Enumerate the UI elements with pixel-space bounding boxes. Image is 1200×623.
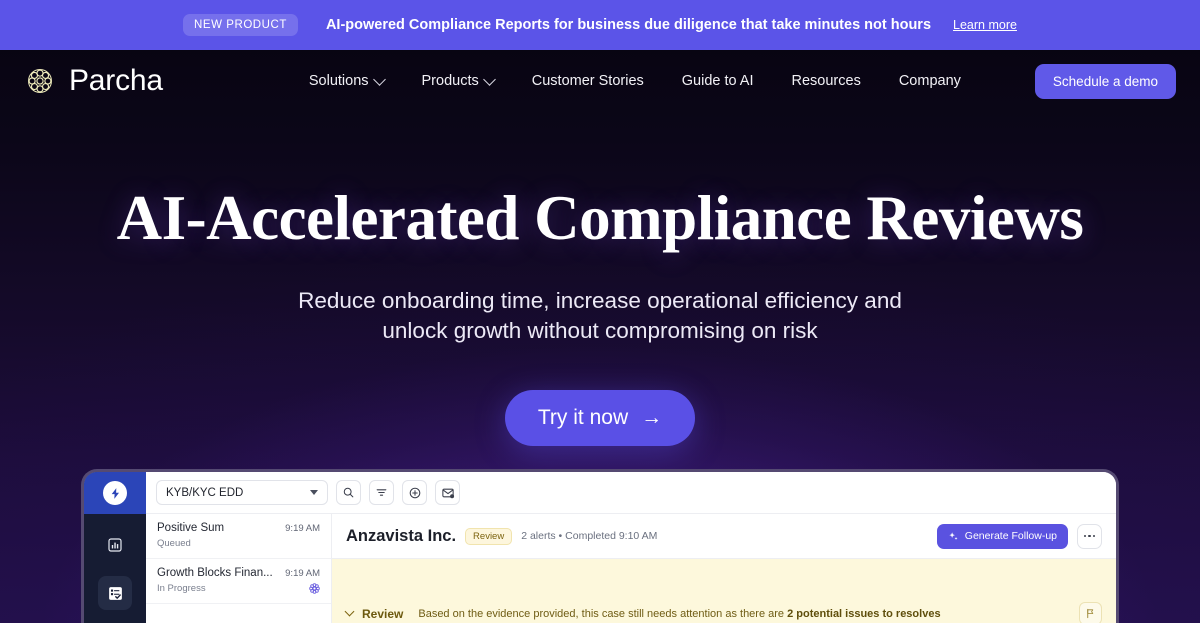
- status-badge: Review: [465, 527, 513, 545]
- product-screenshot: KYB/KYC EDD Positive Sum 9:19 AM Queued …: [81, 469, 1119, 623]
- nav-item-solutions[interactable]: Solutions: [290, 67, 403, 95]
- more-options-button[interactable]: [1077, 523, 1102, 549]
- sidebar-item-analytics[interactable]: [98, 528, 132, 562]
- nav-item-customer-stories[interactable]: Customer Stories: [513, 67, 663, 95]
- app-body: Positive Sum 9:19 AM Queued Growth Block…: [146, 514, 1116, 623]
- sparkle-icon: [949, 531, 958, 540]
- page-title: AI-Accelerated Compliance Reviews: [116, 183, 1084, 253]
- avatar: [309, 583, 320, 594]
- nav-item-products[interactable]: Products: [403, 67, 513, 95]
- review-alert-bar: Review Based on the evidence provided, t…: [332, 559, 1116, 623]
- review-text-highlight: 2 potential issues to resolves: [787, 607, 941, 620]
- hero-subtitle-line-1: Reduce onboarding time, increase operati…: [298, 288, 902, 314]
- workflow-select[interactable]: KYB/KYC EDD: [156, 480, 328, 505]
- case-title: Anzavista Inc.: [346, 526, 457, 545]
- learn-more-link[interactable]: Learn more: [953, 18, 1017, 32]
- nav-item-label: Guide to AI: [681, 73, 754, 89]
- case-row-header: Growth Blocks Finan... 9:19 AM: [157, 567, 320, 579]
- workflow-select-value: KYB/KYC EDD: [166, 486, 244, 499]
- hero-subtitle: Reduce onboarding time, increase operati…: [0, 286, 1200, 346]
- list-item[interactable]: Growth Blocks Finan... 9:19 AM In Progre…: [146, 559, 331, 604]
- nav-item-label: Company: [898, 73, 961, 89]
- status-badge: Queued: [157, 538, 191, 549]
- nav-item-guide-to-ai[interactable]: Guide to AI: [663, 67, 773, 95]
- chevron-down-icon: [310, 490, 318, 495]
- case-detail: Anzavista Inc. Review 2 alerts • Complet…: [332, 514, 1116, 623]
- schedule-demo-button[interactable]: Schedule a demo: [1034, 63, 1176, 99]
- hero-section: AI-Accelerated Compliance Reviews Reduce…: [0, 185, 1200, 446]
- generate-follow-up-label: Generate Follow-up: [964, 530, 1057, 542]
- case-detail-header: Anzavista Inc. Review 2 alerts • Complet…: [332, 514, 1116, 559]
- plus-circle-icon: [409, 487, 420, 498]
- brand-logo[interactable]: Parcha: [24, 65, 163, 97]
- parcha-flower-logo-icon: [28, 69, 52, 93]
- review-text-before: Based on the evidence provided, this cas…: [418, 607, 785, 620]
- sidebar-item-cases[interactable]: [98, 576, 132, 610]
- case-name: Positive Sum: [157, 522, 225, 534]
- review-label: Review: [362, 606, 404, 621]
- nav-item-label: Solutions: [308, 73, 369, 89]
- chevron-down-icon: [482, 72, 496, 86]
- case-time: 9:19 AM: [285, 523, 320, 534]
- arrow-right-icon: →: [641, 405, 663, 429]
- generate-follow-up-button[interactable]: Generate Follow-up: [936, 523, 1068, 549]
- nav-item-resources[interactable]: Resources: [773, 67, 880, 95]
- checklist-icon: [108, 586, 122, 600]
- flag-icon: [1087, 608, 1094, 619]
- case-row-footer: Queued: [157, 538, 320, 549]
- filter-icon: [376, 489, 387, 496]
- try-it-now-label: Try it now: [537, 405, 629, 429]
- try-it-now-button[interactable]: Try it now →: [504, 389, 696, 446]
- filter-button[interactable]: [369, 480, 394, 505]
- status-badge: In Progress: [157, 583, 206, 594]
- app-toolbar: KYB/KYC EDD: [146, 472, 1116, 514]
- search-button[interactable]: [336, 480, 361, 505]
- mail-button[interactable]: [435, 480, 460, 505]
- review-text: Based on the evidence provided, this cas…: [418, 608, 940, 620]
- case-time: 9:19 AM: [285, 568, 320, 579]
- nav-item-label: Resources: [791, 73, 861, 89]
- landing-page: NEW PRODUCT AI-powered Compliance Report…: [0, 0, 1200, 623]
- brand-name: Parcha: [69, 64, 163, 97]
- chevron-down-icon: [372, 72, 386, 86]
- announcement-banner: NEW PRODUCT AI-powered Compliance Report…: [0, 0, 1200, 50]
- lightning-bolt-glyph: [111, 487, 119, 499]
- case-list: Positive Sum 9:19 AM Queued Growth Block…: [146, 514, 332, 623]
- case-row-header: Positive Sum 9:19 AM: [157, 522, 320, 534]
- bar-chart-icon: [108, 538, 122, 552]
- dot-icon: [1083, 534, 1087, 538]
- hero-subtitle-line-2: unlock growth without compromising on ri…: [382, 318, 818, 344]
- app-logo[interactable]: [84, 472, 146, 514]
- nav-item-label: Products: [421, 73, 479, 89]
- banner-message: AI-powered Compliance Reports for busine…: [325, 17, 932, 33]
- case-name: Growth Blocks Finan...: [157, 567, 273, 579]
- case-row-footer: In Progress: [157, 583, 320, 594]
- new-product-badge: NEW PRODUCT: [183, 14, 298, 36]
- main-navigation: Parcha Solutions Products Customer Stori…: [0, 50, 1200, 112]
- lightning-bolt-icon: [103, 481, 127, 505]
- nav-links: Solutions Products Customer Stories Guid…: [290, 67, 980, 95]
- app-sidebar: [84, 472, 146, 623]
- flag-button[interactable]: [1079, 602, 1102, 623]
- add-case-button[interactable]: [402, 480, 427, 505]
- nav-item-label: Customer Stories: [531, 73, 644, 89]
- mail-icon: [441, 488, 454, 498]
- list-item[interactable]: Positive Sum 9:19 AM Queued: [146, 514, 331, 559]
- search-icon: [343, 487, 354, 498]
- nav-item-company[interactable]: Company: [880, 67, 980, 95]
- dot-icon: [1092, 534, 1096, 538]
- case-meta: 2 alerts • Completed 9:10 AM: [521, 530, 658, 542]
- app-main: KYB/KYC EDD Positive Sum 9:19 AM Queued …: [146, 472, 1116, 623]
- chevron-down-icon[interactable]: [344, 606, 355, 617]
- dot-icon: [1088, 534, 1091, 538]
